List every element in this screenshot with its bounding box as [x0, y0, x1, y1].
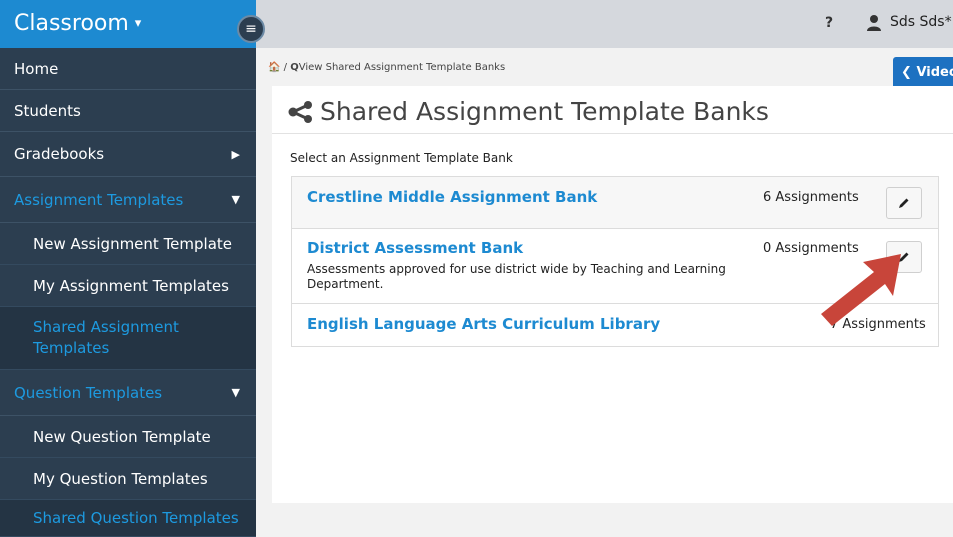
sidebar-item-label: Assignment Templates [14, 190, 184, 209]
home-icon[interactable]: 🏠 [268, 62, 280, 73]
bank-assignment-count: 6 Assignments [763, 190, 859, 205]
sidebar-item-label: Students [14, 101, 81, 120]
caret-right-icon: ▶ [231, 147, 240, 161]
sidebar-item-label: New Question Template [33, 427, 211, 446]
bank-name-link[interactable]: Crestline Middle Assignment Bank [307, 188, 597, 206]
sidebar-item-label: Gradebooks [14, 145, 105, 163]
sidebar-item-home[interactable]: Home [0, 48, 256, 90]
sidebar-item-label: My Assignment Templates [33, 276, 229, 295]
caret-down-icon: ▼ [231, 386, 240, 399]
sidebar-item-label: Shared Assignment Templates [33, 318, 179, 357]
sidebar-item-new-question-template[interactable]: New Question Template [0, 416, 256, 458]
edit-bank-button[interactable] [886, 187, 922, 219]
sidebar-item-label: Question Templates [14, 383, 163, 402]
video-button[interactable]: ❮ Video [893, 57, 953, 89]
share-icon [288, 100, 312, 123]
select-bank-label: Select an Assignment Template Bank [290, 151, 513, 165]
page-title: Shared Assignment Template Banks [320, 97, 769, 126]
sidebar: Classroom ▾ Home Students Gradebooks ▶ As… [0, 0, 256, 537]
user-menu[interactable]: Sds Sds* - [890, 14, 953, 30]
divider [272, 133, 953, 134]
bank-row: Crestline Middle Assignment Bank 6 Assig… [292, 177, 938, 229]
sidebar-item-my-assignment-templates[interactable]: My Assignment Templates [0, 265, 256, 307]
caret-down-icon: ▾ [134, 16, 142, 31]
sidebar-item-shared-question-templates[interactable]: Shared Question Templates [0, 500, 256, 537]
breadcrumb: 🏠 / QView Shared Assignment Template Ban… [268, 62, 506, 73]
app-brand-label: Classroom [14, 11, 129, 36]
pencil-icon [899, 198, 909, 208]
top-bar: ? Sds Sds* - [256, 0, 953, 48]
sidebar-toggle-button[interactable]: ≡ [237, 15, 265, 43]
caret-down-icon: ▼ [231, 193, 240, 206]
chevron-left-icon: ❮ [901, 65, 912, 80]
search-icon: Q [290, 62, 299, 73]
sidebar-item-shared-assignment-templates[interactable]: Shared Assignment Templates [0, 307, 256, 370]
sidebar-item-label: My Question Templates [33, 469, 208, 488]
help-icon[interactable]: ? [825, 15, 833, 31]
bank-name-link[interactable]: English Language Arts Curriculum Library [307, 315, 660, 333]
sidebar-item-gradebooks[interactable]: Gradebooks ▶ [0, 132, 256, 177]
bank-name-link[interactable]: District Assessment Bank [307, 239, 523, 257]
sidebar-item-students[interactable]: Students [0, 90, 256, 132]
red-arrow-annotation [821, 254, 901, 326]
sidebar-item-question-templates[interactable]: Question Templates ▼ [0, 370, 256, 416]
user-icon [867, 15, 881, 31]
sidebar-item-label: Shared Question Templates [33, 509, 239, 527]
sidebar-item-my-question-templates[interactable]: My Question Templates [0, 458, 256, 500]
hamburger-icon: ≡ [245, 21, 257, 37]
sidebar-item-new-assignment-template[interactable]: New Assignment Template [0, 223, 256, 265]
page-header: Shared Assignment Template Banks [288, 97, 769, 126]
breadcrumb-current: View Shared Assignment Template Banks [298, 62, 506, 73]
app-brand-menu[interactable]: Classroom ▾ [0, 0, 256, 48]
bank-description: Assessments approved for use district wi… [307, 262, 726, 291]
sidebar-item-label: New Assignment Template [33, 234, 233, 253]
sidebar-item-label: Home [14, 59, 59, 78]
video-button-label: Video [916, 65, 953, 80]
sidebar-item-assignment-templates[interactable]: Assignment Templates ▼ [0, 177, 256, 223]
